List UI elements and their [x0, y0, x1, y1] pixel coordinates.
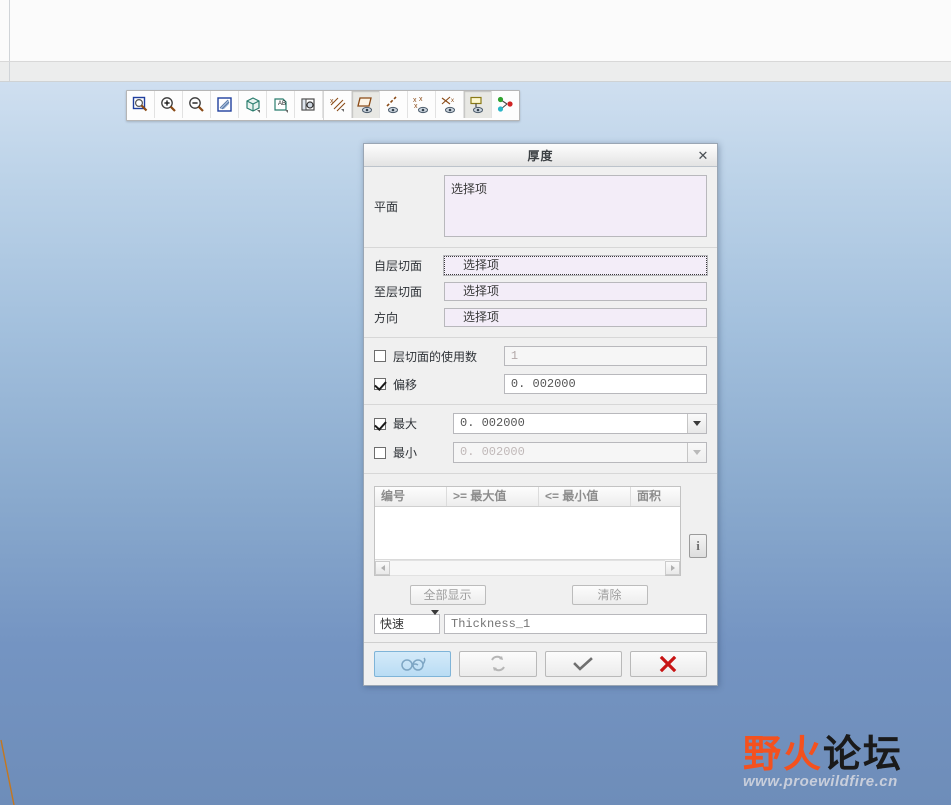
mode-combo[interactable]: 快速	[374, 610, 440, 634]
cancel-button[interactable]	[629, 651, 707, 677]
dialog-title: 厚度	[527, 148, 554, 163]
results-table-wrap: 编号 >= 最大值 <= 最小值 面积 i	[374, 486, 707, 576]
offset-input[interactable]: 0. 002000	[503, 374, 707, 394]
direction-label: 方向	[374, 311, 399, 325]
mode-value: 快速	[380, 617, 405, 631]
preview-button[interactable]	[374, 651, 452, 677]
min-chevron-down-icon	[687, 443, 706, 462]
section-count-checkbox[interactable]	[374, 350, 386, 362]
annotation-icon[interactable]: AB	[267, 91, 295, 118]
svg-text:x: x	[451, 98, 454, 104]
results-hscrollbar[interactable]	[375, 559, 680, 576]
min-row: 最小 0. 002000	[374, 442, 707, 463]
check-icon	[573, 657, 593, 671]
datum-point-icon[interactable]: x x x	[408, 91, 436, 118]
top-status-strip	[0, 62, 951, 82]
annotation-tag-icon[interactable]	[464, 91, 492, 118]
datum-csys-icon[interactable]: x	[436, 91, 464, 118]
col-area: 面积	[637, 489, 662, 503]
hscroll-track[interactable]	[390, 559, 665, 576]
min-value: 0. 002000	[454, 443, 687, 462]
dialog-body: 平面 选择项 自层切面 选择项 至层切面 选择项 方向 选择项 层切面的使用数 …	[364, 167, 717, 685]
view-toolbar[interactable]: AB x x x x x	[126, 90, 520, 121]
surface-section: 平面 选择项	[364, 167, 717, 248]
to-section-collector[interactable]: 选择项	[444, 282, 707, 301]
ok-button[interactable]	[544, 651, 622, 677]
section-count-input[interactable]: 1	[503, 346, 707, 366]
results-section: 编号 >= 最大值 <= 最小值 面积 i 全部显示 清除 快速 Thickne…	[364, 474, 717, 642]
display-style-icon[interactable]	[239, 91, 267, 118]
model-edge-geometry	[0, 685, 30, 805]
dialog-titlebar[interactable]: 厚度 ✕	[364, 144, 717, 167]
top-blank-panel	[0, 0, 951, 62]
scroll-right-icon[interactable]	[665, 560, 680, 575]
saved-view-icon[interactable]	[295, 91, 323, 118]
mode-chevron-down-icon[interactable]	[431, 610, 439, 633]
zoom-fit-icon[interactable]	[127, 91, 155, 118]
results-table-body[interactable]	[375, 507, 680, 559]
clear-button[interactable]: 清除	[571, 585, 648, 605]
regenerate-button[interactable]	[459, 651, 537, 677]
max-checkbox[interactable]	[374, 417, 386, 430]
thickness-dialog: 厚度 ✕ 平面 选择项 自层切面 选择项 至层切面 选择项 方向 选择项 层切面…	[363, 143, 718, 686]
from-section-row: 自层切面 选择项	[374, 255, 708, 276]
to-section-row: 至层切面 选择项	[374, 282, 707, 301]
options-section: 层切面的使用数 1 偏移 0. 002000	[364, 338, 717, 405]
results-table-header: 编号 >= 最大值 <= 最小值 面积	[375, 487, 680, 507]
application-window: AB x x x x x 厚度 ✕ 平面 选择项 自层切面 选择项 至层切面 选…	[0, 0, 951, 805]
references-section: 自层切面 选择项 至层切面 选择项 方向 选择项	[364, 248, 717, 338]
min-combo[interactable]: 0. 002000	[453, 442, 707, 463]
glasses-preview-icon	[400, 657, 426, 671]
scroll-left-icon[interactable]	[375, 560, 390, 575]
to-section-label: 至层切面	[374, 285, 423, 299]
svg-text:x: x	[414, 103, 418, 110]
table-buttons: 全部显示 清除	[374, 585, 683, 605]
max-label: 最大	[393, 417, 418, 431]
svg-text:x: x	[419, 96, 423, 103]
close-icon[interactable]: ✕	[695, 147, 711, 163]
datum-off-icon[interactable]: x	[324, 91, 352, 118]
repaint-icon[interactable]	[211, 91, 239, 118]
zoom-in-icon[interactable]	[155, 91, 183, 118]
surface-collector[interactable]: 选择项	[444, 175, 707, 237]
offset-label: 偏移	[393, 377, 418, 392]
section-count-label: 层切面的使用数	[393, 349, 478, 364]
max-value: 0. 002000	[454, 414, 687, 433]
direction-collector[interactable]: 选择项	[444, 308, 707, 327]
spin-center-icon[interactable]	[492, 91, 519, 118]
max-chevron-down-icon[interactable]	[687, 414, 706, 433]
max-combo[interactable]: 0. 002000	[453, 413, 707, 434]
section-count-row: 层切面的使用数 1	[374, 346, 707, 366]
top-panel-left-gutter	[0, 0, 10, 61]
top-strip-left-gutter	[0, 62, 10, 81]
dialog-footer	[364, 642, 717, 685]
offset-checkbox[interactable]	[374, 378, 386, 390]
regenerate-icon	[490, 655, 505, 672]
min-label: 最小	[393, 446, 418, 460]
limits-section: 最大 0. 002000 最小 0. 002000	[364, 405, 717, 474]
max-row: 最大 0. 002000	[374, 413, 707, 434]
from-section-label: 自层切面	[374, 259, 423, 273]
zoom-out-icon[interactable]	[183, 91, 211, 118]
datum-axis-icon[interactable]	[380, 91, 408, 118]
red-x-icon	[660, 656, 677, 672]
feature-name-row: 快速	[374, 610, 707, 634]
results-table[interactable]: 编号 >= 最大值 <= 最小值 面积	[374, 486, 681, 576]
col-min: <= 最小值	[539, 487, 631, 506]
from-section-collector[interactable]: 选择项	[443, 255, 708, 276]
col-id: 编号	[375, 487, 447, 506]
surface-row: 平面 选择项	[374, 175, 707, 237]
svg-text:AB: AB	[278, 101, 286, 107]
offset-row: 偏移 0. 002000	[374, 374, 707, 394]
show-all-button[interactable]: 全部显示	[409, 585, 486, 605]
col-max: >= 最大值	[447, 487, 539, 506]
direction-row: 方向 选择项	[374, 308, 707, 327]
feature-name-input[interactable]	[444, 614, 707, 634]
surface-label: 平面	[374, 199, 399, 214]
min-checkbox[interactable]	[374, 446, 386, 459]
info-icon[interactable]: i	[689, 534, 707, 558]
datum-plane-icon[interactable]	[352, 91, 380, 118]
